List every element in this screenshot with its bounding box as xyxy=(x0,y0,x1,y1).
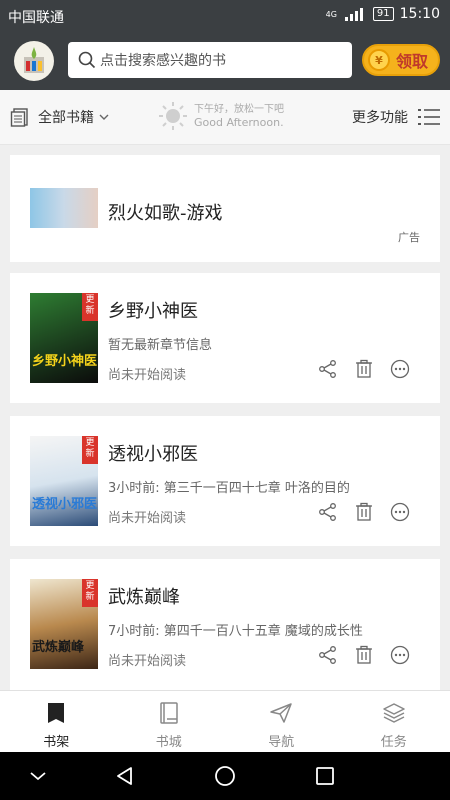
battery-level: 91 xyxy=(372,7,394,21)
all-books-label: 全部书籍 xyxy=(38,110,94,126)
back-icon[interactable] xyxy=(113,764,137,788)
reading-status: 尚未开始阅读 xyxy=(108,511,187,526)
ad-title: 烈火如歌-游戏 xyxy=(108,203,223,224)
all-books-dropdown[interactable]: 全部书籍 xyxy=(10,107,110,127)
more-functions-label: 更多功能 xyxy=(352,110,408,126)
search-input[interactable]: 点击搜索感兴趣的书 xyxy=(68,42,352,78)
share-icon[interactable] xyxy=(318,502,338,522)
more-functions-button[interactable]: 更多功能 xyxy=(352,107,440,127)
nav-bookshelf[interactable]: 书架 xyxy=(0,691,113,752)
navigation-icon xyxy=(270,703,292,723)
nav-label: 书架 xyxy=(43,735,70,750)
cover-title: 乡野小神医 xyxy=(32,354,98,369)
tasks-icon xyxy=(383,703,405,723)
nav-bookstore[interactable]: 书城 xyxy=(113,691,226,752)
nav-navigation[interactable]: 导航 xyxy=(225,691,338,752)
share-icon[interactable] xyxy=(318,645,338,665)
book-card[interactable]: 更新 透视小邪医 透视小邪医 3小时前: 第三千一百四十七章 叶洛的目的 尚未开… xyxy=(10,416,440,546)
greeting-line2: Good Afternoon. xyxy=(194,116,284,129)
latest-chapter: 7小时前: 第四千一百八十五章 魔域的成长性 xyxy=(108,624,363,639)
chevron-down-icon xyxy=(99,114,109,120)
shelf-toolbar: 全部书籍 下午好，放松一下吧 Good Afternoon. 更多功能 xyxy=(0,90,450,145)
claim-label: 领取 xyxy=(396,52,429,71)
coin-icon: ¥ xyxy=(368,49,390,71)
delete-icon[interactable] xyxy=(354,359,374,379)
network-type: 4G xyxy=(325,9,337,19)
cover-title: 武炼巅峰 xyxy=(32,640,85,655)
book-list-icon xyxy=(10,108,28,127)
more-options-icon[interactable] xyxy=(390,502,410,522)
avatar[interactable] xyxy=(14,41,54,81)
bookshelf-icon xyxy=(48,703,65,723)
claim-button[interactable]: ¥ 领取 xyxy=(362,44,440,76)
book-title: 武炼巅峰 xyxy=(108,587,180,608)
more-options-icon[interactable] xyxy=(390,359,410,379)
book-card[interactable]: 更新 武炼巅峰 武炼巅峰 7小时前: 第四千一百八十五章 魔域的成长性 尚未开始… xyxy=(10,559,440,690)
nav-tasks[interactable]: 任务 xyxy=(338,691,450,752)
update-ribbon: 更新 xyxy=(82,436,98,464)
home-icon[interactable] xyxy=(213,764,237,788)
ad-card[interactable]: 烈火如歌-游戏 广告 xyxy=(10,155,440,262)
book-title: 透视小邪医 xyxy=(108,444,198,465)
update-ribbon: 更新 xyxy=(82,293,98,321)
bookshelf-list[interactable]: 烈火如歌-游戏 广告 更新 乡野小神医 乡野小神医 暂无最新章节信息 尚未开始阅… xyxy=(0,145,450,690)
reading-status: 尚未开始阅读 xyxy=(108,368,187,383)
delete-icon[interactable] xyxy=(354,645,374,665)
recent-apps-icon[interactable] xyxy=(313,764,337,788)
book-title: 乡野小神医 xyxy=(108,301,198,322)
menu-list-icon xyxy=(418,109,440,125)
book-card[interactable]: 更新 乡野小神医 乡野小神医 暂无最新章节信息 尚未开始阅读 xyxy=(10,273,440,403)
bottom-nav: 书架 书城 导航 任务 xyxy=(0,690,450,752)
reading-status: 尚未开始阅读 xyxy=(108,654,187,669)
latest-chapter: 暂无最新章节信息 xyxy=(108,338,213,353)
more-options-icon[interactable] xyxy=(390,645,410,665)
share-icon[interactable] xyxy=(318,359,338,379)
chevron-down-icon[interactable] xyxy=(26,764,50,788)
search-icon xyxy=(78,51,96,69)
signal-icon xyxy=(343,7,367,21)
search-placeholder: 点击搜索感兴趣的书 xyxy=(100,53,226,69)
status-bar: 中国联通 4G 91 15:10 xyxy=(0,0,450,32)
nav-label: 导航 xyxy=(268,735,295,750)
app-header: 点击搜索感兴趣的书 ¥ 领取 xyxy=(0,32,450,90)
book-cover: 更新 透视小邪医 xyxy=(30,436,98,526)
update-ribbon: 更新 xyxy=(82,579,98,607)
sun-icon xyxy=(159,102,187,130)
delete-icon[interactable] xyxy=(354,502,374,522)
carrier-name: 中国联通 xyxy=(8,10,64,26)
greeting-line1: 下午好，放松一下吧 xyxy=(194,104,284,115)
ad-tag: 广告 xyxy=(398,231,420,244)
system-nav-bar xyxy=(0,752,450,800)
greeting: 下午好，放松一下吧 Good Afternoon. xyxy=(158,101,284,131)
book-cover: 更新 武炼巅峰 xyxy=(30,579,98,669)
book-cover: 更新 乡野小神医 xyxy=(30,293,98,383)
ad-image xyxy=(30,188,98,228)
clock: 15:10 xyxy=(399,6,440,22)
nav-label: 任务 xyxy=(380,735,407,750)
latest-chapter: 3小时前: 第三千一百四十七章 叶洛的目的 xyxy=(108,481,350,496)
nav-label: 书城 xyxy=(155,735,182,750)
bookstore-icon xyxy=(160,702,178,724)
cover-title: 透视小邪医 xyxy=(32,497,98,512)
